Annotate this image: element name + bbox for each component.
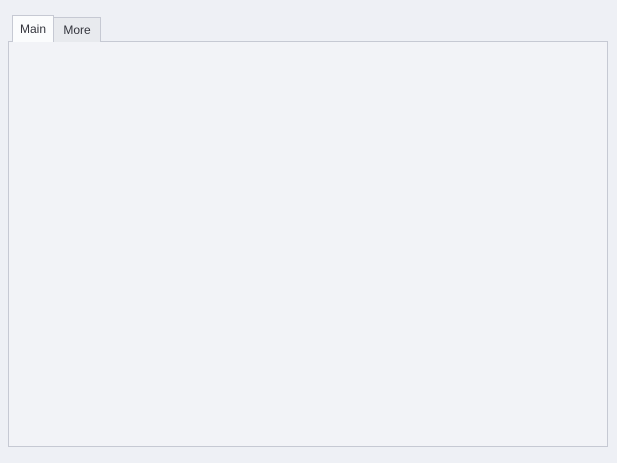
tab-main[interactable]: Main — [12, 15, 54, 42]
tab-more-label: More — [63, 23, 90, 37]
tab-main-label: Main — [20, 22, 46, 36]
dialog-root: { "tabs": { "main": "Main", "more": "Mor… — [0, 0, 617, 463]
tab-page-main — [8, 41, 608, 447]
tab-more[interactable]: More — [54, 17, 101, 42]
